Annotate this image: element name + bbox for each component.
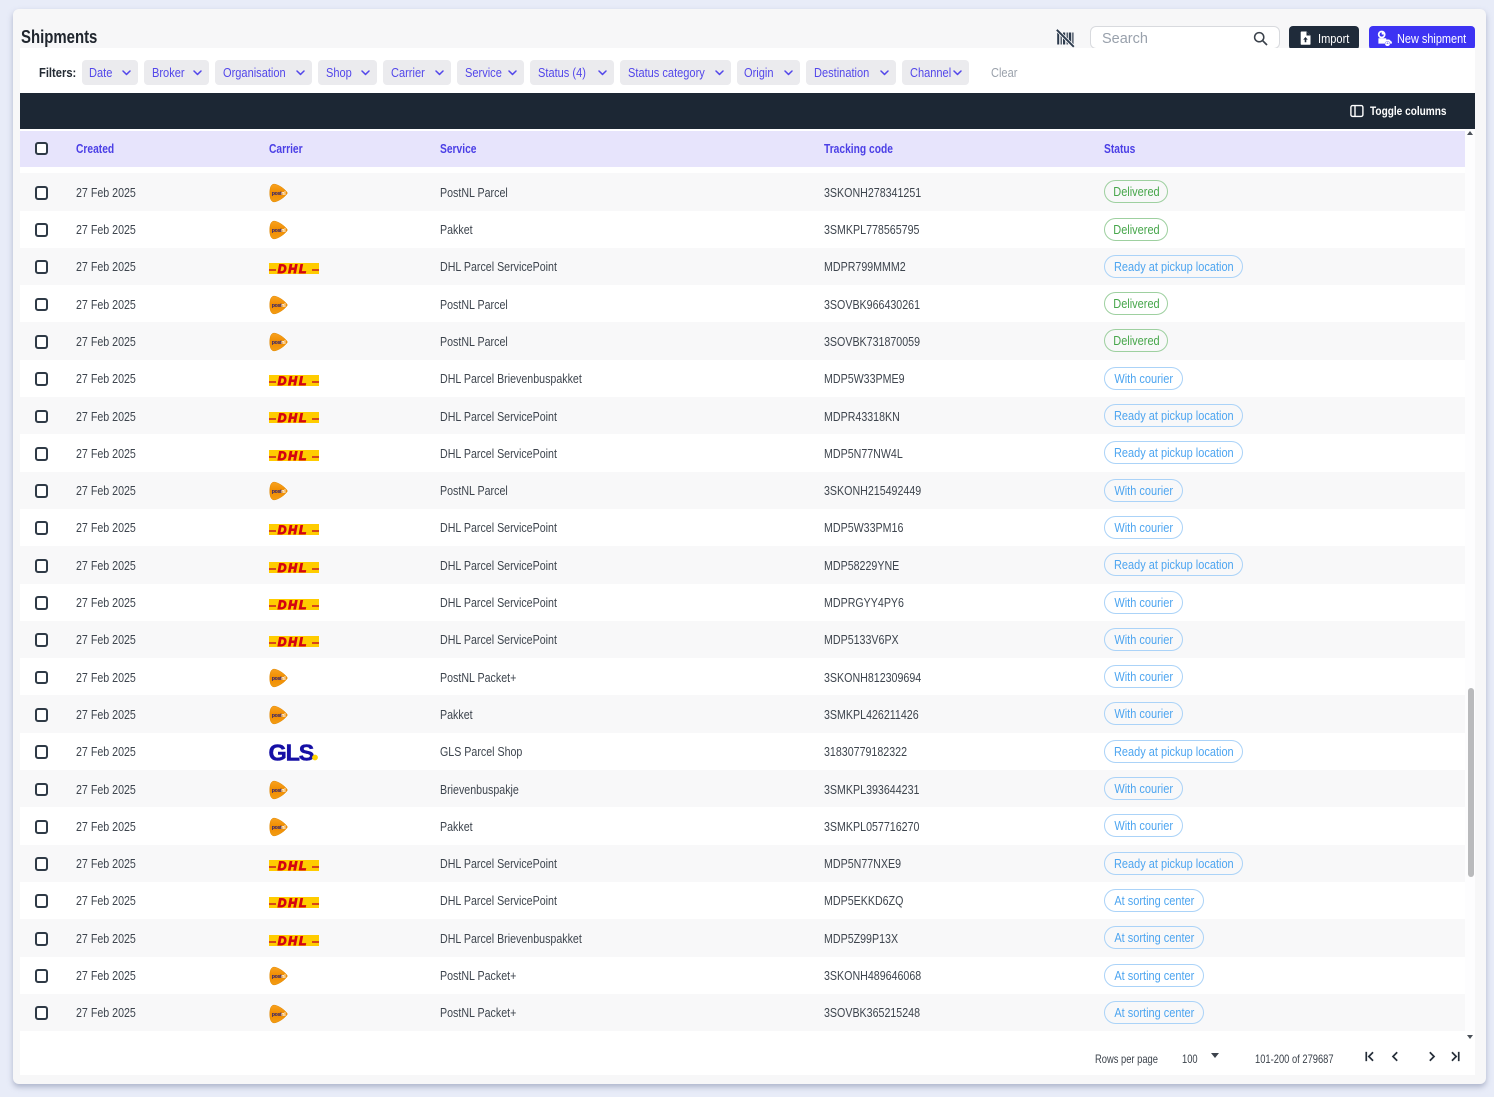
svg-text:H: H <box>288 524 297 535</box>
svg-text:post: post <box>272 825 282 831</box>
svg-text:D: D <box>278 599 287 610</box>
svg-text:H: H <box>288 412 297 423</box>
svg-text:D: D <box>278 524 287 535</box>
svg-text:L: L <box>299 860 306 871</box>
svg-text:H: H <box>288 897 297 908</box>
svg-text:post: post <box>272 489 282 495</box>
svg-text:L: L <box>299 636 306 647</box>
svg-text:H: H <box>288 636 297 647</box>
svg-text:L: L <box>299 935 306 946</box>
svg-text:D: D <box>278 263 287 274</box>
svg-text:H: H <box>288 860 297 871</box>
svg-text:L: L <box>299 450 306 461</box>
svg-text:post: post <box>272 974 282 980</box>
svg-text:H: H <box>288 599 297 610</box>
svg-text:D: D <box>278 897 287 908</box>
svg-text:L: L <box>299 375 306 386</box>
svg-text:H: H <box>288 263 297 274</box>
svg-text:nl: nl <box>281 489 286 495</box>
svg-text:L: L <box>299 897 306 908</box>
svg-text:post: post <box>272 676 282 682</box>
svg-text:D: D <box>278 636 287 647</box>
svg-text:post: post <box>272 340 282 346</box>
svg-text:D: D <box>278 375 287 386</box>
svg-text:D: D <box>278 562 287 573</box>
svg-text:D: D <box>278 860 287 871</box>
svg-text:L: L <box>299 412 306 423</box>
svg-text:D: D <box>278 412 287 423</box>
svg-text:nl: nl <box>281 191 286 197</box>
svg-text:nl: nl <box>281 1012 286 1018</box>
svg-text:nl: nl <box>281 788 286 794</box>
svg-text:post: post <box>272 713 282 719</box>
svg-text:nl: nl <box>281 340 286 346</box>
svg-text:nl: nl <box>281 974 286 980</box>
svg-text:H: H <box>288 450 297 461</box>
svg-text:post: post <box>272 1012 282 1018</box>
svg-text:post: post <box>272 191 282 197</box>
svg-text:D: D <box>278 450 287 461</box>
svg-text:nl: nl <box>281 713 286 719</box>
svg-text:H: H <box>288 375 297 386</box>
svg-text:H: H <box>288 562 297 573</box>
svg-text:H: H <box>288 935 297 946</box>
svg-text:nl: nl <box>281 303 286 309</box>
svg-text:L: L <box>299 599 306 610</box>
svg-text:L: L <box>299 562 306 573</box>
svg-text:post: post <box>272 788 282 794</box>
svg-text:post: post <box>272 303 282 309</box>
svg-text:GLS: GLS <box>269 742 314 762</box>
svg-text:L: L <box>299 263 306 274</box>
svg-text:nl: nl <box>281 825 286 831</box>
svg-text:D: D <box>278 935 287 946</box>
svg-text:nl: nl <box>281 676 286 682</box>
svg-text:post: post <box>272 228 282 234</box>
svg-text:L: L <box>299 524 306 535</box>
svg-text:nl: nl <box>281 228 286 234</box>
